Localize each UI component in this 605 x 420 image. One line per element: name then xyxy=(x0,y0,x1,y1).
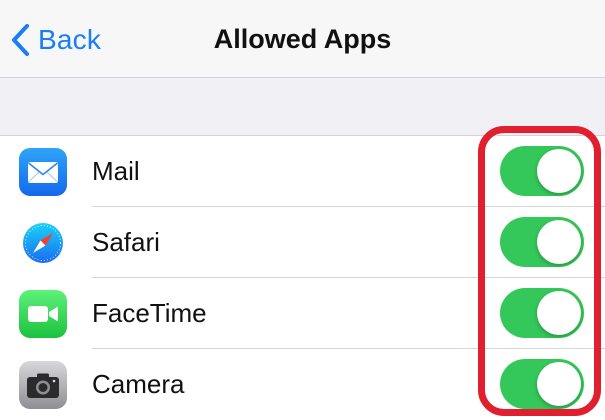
list-item-camera: Camera xyxy=(0,349,605,420)
app-name: Safari xyxy=(92,227,160,257)
list-item-facetime: FaceTime xyxy=(0,278,605,349)
allowed-apps-list: Mail Safari FaceTime Camera xyxy=(0,135,605,420)
list-item-mail: Mail xyxy=(0,136,605,207)
page-title: Allowed Apps xyxy=(213,24,392,54)
camera-icon xyxy=(19,361,67,409)
toggle-knob xyxy=(537,291,581,335)
toggle-knob xyxy=(537,220,581,264)
section-spacer xyxy=(0,78,605,135)
safari-toggle[interactable] xyxy=(500,217,584,267)
app-name: Mail xyxy=(92,156,140,186)
safari-icon xyxy=(19,219,67,267)
mail-toggle[interactable] xyxy=(500,146,584,196)
mail-icon xyxy=(19,148,67,196)
navigation-bar: Back Allowed Apps xyxy=(0,0,605,78)
facetime-icon xyxy=(19,290,67,338)
camera-toggle[interactable] xyxy=(500,359,584,409)
toggle-knob xyxy=(537,362,581,406)
app-name: Camera xyxy=(92,369,185,399)
app-name: FaceTime xyxy=(92,298,207,328)
toggle-knob xyxy=(537,149,581,193)
list-item-safari: Safari xyxy=(0,207,605,278)
facetime-toggle[interactable] xyxy=(500,288,584,338)
